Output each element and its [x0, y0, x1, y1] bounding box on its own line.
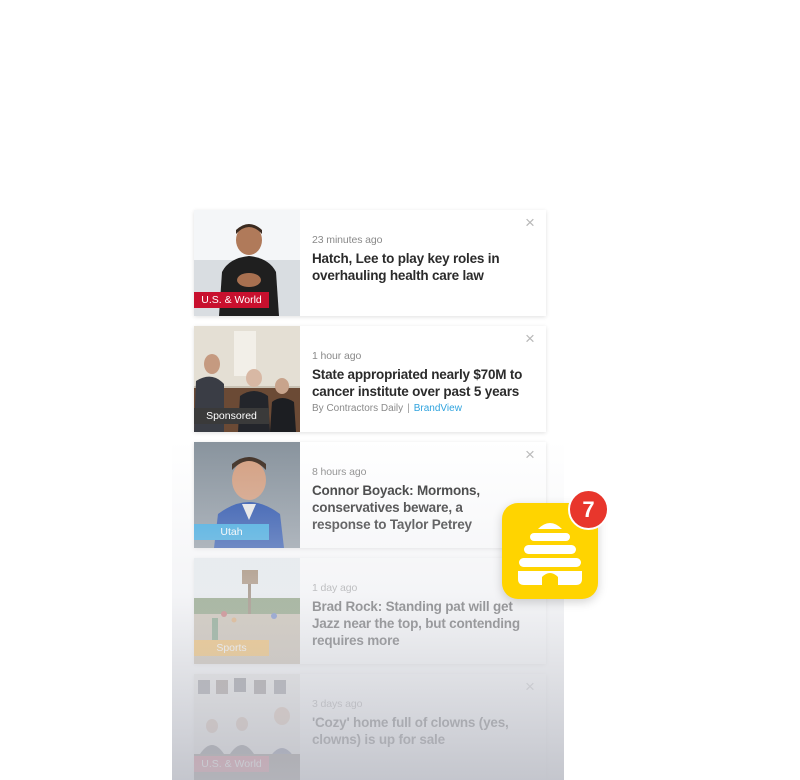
headline-link[interactable]: Connor Boyack: Mormons, conservatives be…: [312, 482, 524, 533]
headline-link[interactable]: Hatch, Lee to play key roles in overhaul…: [312, 250, 524, 284]
category-label: Utah: [194, 524, 269, 540]
news-card-body: 1 hour ago State appropriated nearly $70…: [300, 326, 546, 432]
news-thumbnail[interactable]: U.S. & World: [194, 674, 300, 780]
brandview-link[interactable]: BrandView: [414, 403, 462, 414]
close-icon[interactable]: ×: [523, 330, 537, 347]
timestamp: 23 minutes ago: [312, 234, 383, 246]
timestamp: 8 hours ago: [312, 466, 367, 478]
close-icon[interactable]: ×: [523, 678, 537, 695]
timestamp: 3 days ago: [312, 698, 363, 710]
news-card[interactable]: Sports 1 day ago Brad Rock: Standing pat…: [194, 558, 546, 664]
news-card[interactable]: U.S. & World 23 minutes ago Hatch, Lee t…: [194, 210, 546, 316]
headline-link[interactable]: State appropriated nearly $70M to cancer…: [312, 366, 524, 400]
news-thumbnail[interactable]: Utah: [194, 442, 300, 548]
category-label: U.S. & World: [194, 292, 269, 308]
notification-count-badge: 7: [568, 489, 609, 530]
news-card[interactable]: U.S. & World 3 days ago 'Cozy' home full…: [194, 674, 546, 780]
category-label: U.S. & World: [194, 756, 269, 772]
timestamp: 1 day ago: [312, 582, 358, 594]
byline-text: By Contractors Daily: [312, 403, 404, 414]
headline-link[interactable]: Brad Rock: Standing pat will get Jazz ne…: [312, 598, 524, 649]
news-card[interactable]: Utah 8 hours ago Connor Boyack: Mormons,…: [194, 442, 546, 548]
news-thumbnail[interactable]: U.S. & World: [194, 210, 300, 316]
category-label: Sports: [194, 640, 269, 656]
close-icon[interactable]: ×: [523, 446, 537, 463]
sponsor-byline: By Contractors Daily | BrandView: [312, 403, 524, 414]
news-card-body: 23 minutes ago Hatch, Lee to play key ro…: [300, 210, 546, 316]
headline-link[interactable]: 'Cozy' home full of clowns (yes, clowns)…: [312, 714, 524, 748]
news-thumbnail[interactable]: Sponsored: [194, 326, 300, 432]
news-card[interactable]: Sponsored 1 hour ago State appropriated …: [194, 326, 546, 432]
byline-separator: |: [407, 403, 410, 414]
category-label: Sponsored: [194, 408, 269, 424]
timestamp: 1 hour ago: [312, 350, 362, 362]
news-feed: U.S. & World 23 minutes ago Hatch, Lee t…: [194, 210, 546, 780]
news-thumbnail[interactable]: Sports: [194, 558, 300, 664]
news-card-body: 3 days ago 'Cozy' home full of clowns (y…: [300, 674, 546, 780]
close-icon[interactable]: ×: [523, 214, 537, 231]
page: U.S. & World 23 minutes ago Hatch, Lee t…: [0, 0, 800, 780]
